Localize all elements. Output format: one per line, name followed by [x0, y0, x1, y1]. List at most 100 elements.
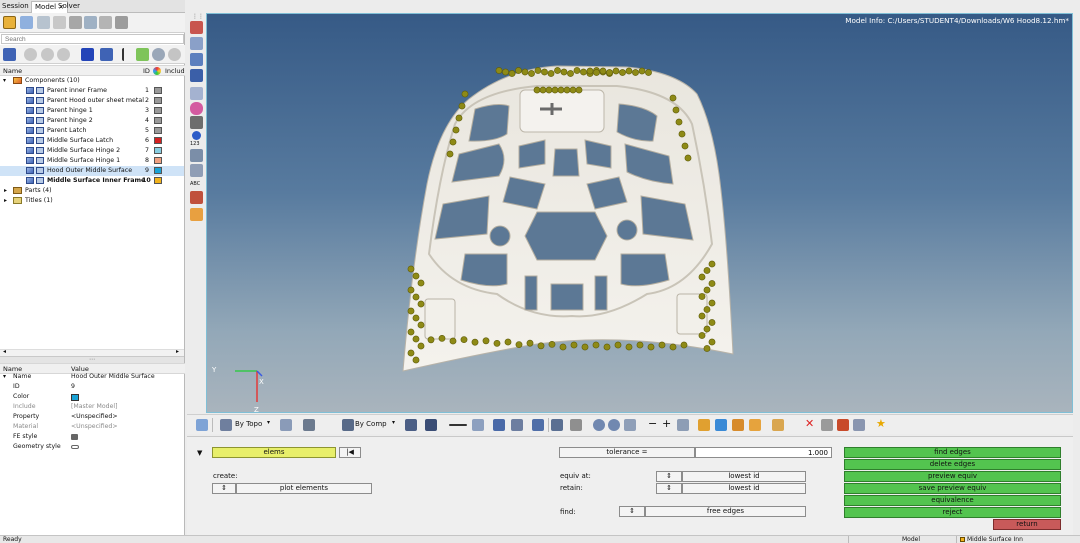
info-icon[interactable] [192, 131, 201, 140]
include-view-icon[interactable] [99, 16, 112, 29]
edit-comp-icon[interactable] [190, 21, 203, 34]
reverse-icon[interactable] [677, 419, 689, 431]
plus-icon[interactable]: + [662, 417, 671, 430]
tolerance-label-button[interactable]: tolerance = [559, 447, 695, 458]
element-color-icon[interactable] [405, 419, 417, 431]
dropdown-arrow-icon[interactable]: ▾ [267, 419, 270, 426]
prop-value[interactable]: <Unspecified> [71, 422, 118, 432]
tree-row-component[interactable]: Parent Hood outer sheet metal 2 [0, 96, 184, 106]
by-comp-label[interactable]: By Comp [355, 420, 387, 428]
graphics-icon[interactable] [190, 208, 203, 221]
annotation-icon[interactable] [190, 191, 203, 204]
view-options-icon[interactable] [624, 419, 636, 431]
equiv-at-value-button[interactable]: lowest id [682, 471, 806, 482]
delete-edges-button[interactable]: delete edges [844, 459, 1061, 470]
prop-value[interactable]: <Unspecified> [71, 412, 118, 422]
assembly-view-icon[interactable] [20, 16, 33, 29]
by-comp-icon[interactable] [342, 419, 354, 431]
mask-icon[interactable] [698, 419, 710, 431]
retain-toggle-icon[interactable]: ⇕ [656, 483, 682, 494]
component-color-swatch[interactable] [154, 87, 162, 94]
tree-row-component[interactable]: Middle Surface Hinge 1 8 [0, 156, 184, 166]
isolate-icon[interactable] [100, 48, 113, 61]
prop-row[interactable]: ▾ Name Hood Outer Middle Surface [0, 372, 184, 382]
column-id[interactable]: ID [143, 67, 150, 75]
minus-icon[interactable]: − [648, 417, 657, 430]
tab-solver[interactable]: Solver [58, 2, 80, 10]
scroll-right-icon[interactable]: ▸ [176, 348, 179, 355]
color-icon[interactable] [190, 102, 203, 115]
preview-equiv-button[interactable]: preview equiv [844, 471, 1061, 482]
solver-view-icon[interactable] [115, 16, 128, 29]
tree-row-component-selected[interactable]: Hood Outer Middle Surface 9 [0, 166, 184, 176]
graphics-viewport[interactable]: Model Info: C:/Users/STUDENT4/Downloads/… [206, 13, 1073, 413]
surface-icon[interactable] [190, 69, 203, 82]
tree-row-component[interactable]: Middle Surface Latch 6 [0, 136, 184, 146]
create-toggle-icon[interactable]: ⇕ [212, 483, 236, 494]
panel-splitter[interactable]: ⋯ [0, 356, 184, 363]
prop-value[interactable]: [Master Model] [71, 402, 118, 412]
equiv-at-toggle-icon[interactable]: ⇕ [656, 471, 682, 482]
redo-view-icon[interactable] [608, 419, 620, 431]
tree-row-component[interactable]: Middle Surface Hinge 2 7 [0, 146, 184, 156]
expand-arrow-icon[interactable]: ▾ [3, 76, 6, 86]
find-icon[interactable] [732, 419, 744, 431]
hide-entity-icon[interactable] [821, 419, 833, 431]
tree-scrollbar[interactable]: ◂ ▸ [0, 348, 184, 356]
display-all-icon[interactable] [81, 48, 94, 61]
dropdown-arrow-icon[interactable]: ▾ [392, 419, 395, 426]
numbering-icon[interactable]: 123 [190, 141, 200, 147]
tag-icon[interactable] [853, 419, 865, 431]
prop-row[interactable]: FE style [0, 432, 184, 442]
tab-session[interactable]: Session [2, 2, 29, 10]
find-edges-button[interactable]: find edges [844, 447, 1061, 458]
panel-collapse-icon[interactable]: ▼ [197, 449, 202, 457]
prop-row[interactable]: Property <Unspecified> [0, 412, 184, 422]
tree-group-components[interactable]: ▾ Components (10) [0, 76, 184, 86]
line-style-icon[interactable] [449, 424, 467, 426]
return-button[interactable]: return [993, 519, 1061, 530]
rotate-icon[interactable] [196, 419, 208, 431]
shaded-icon[interactable] [280, 419, 292, 431]
component-color-swatch[interactable] [154, 177, 162, 184]
clip-icon[interactable] [493, 419, 505, 431]
grid-icon[interactable] [551, 419, 563, 431]
undo-view-icon[interactable] [593, 419, 605, 431]
tree-row-component[interactable]: Parent inner Frame 1 [0, 86, 184, 96]
prop-row[interactable]: Color [0, 392, 184, 402]
prop-row[interactable]: ID 9 [0, 382, 184, 392]
elems-selector-button[interactable]: elems [212, 447, 336, 458]
reset-selection-button[interactable]: |◀ [339, 447, 361, 458]
element-shrink-icon[interactable] [425, 419, 437, 431]
tree-row-component[interactable]: Parent Latch 5 [0, 126, 184, 136]
prop-value[interactable]: 9 [71, 382, 75, 392]
geometry-style-icon[interactable] [71, 445, 79, 449]
unmask-icon[interactable] [715, 419, 727, 431]
save-preview-equiv-button[interactable]: save preview equiv [844, 483, 1061, 494]
component-color-swatch[interactable] [154, 97, 162, 104]
component-color-swatch[interactable] [154, 107, 162, 114]
scroll-left-icon[interactable]: ◂ [3, 348, 6, 355]
edge-icon[interactable] [190, 87, 203, 100]
transparency-icon[interactable] [511, 419, 523, 431]
show-icon[interactable] [136, 48, 149, 61]
tree-group-titles[interactable]: ▸ Titles (1) [0, 196, 184, 206]
mask-view-icon[interactable] [69, 16, 82, 29]
display-icon[interactable] [190, 37, 203, 50]
wrench-icon[interactable] [570, 419, 582, 431]
status-component-cell[interactable]: Middle Surface Inn [956, 536, 1080, 543]
flat-view-icon[interactable] [57, 48, 70, 61]
tree-row-component[interactable]: Middle Surface Inner Frame 10 [0, 176, 184, 186]
tree-row-component[interactable]: Parent hinge 2 4 [0, 116, 184, 126]
entity-state-icon[interactable] [84, 16, 97, 29]
column-name[interactable]: Name [3, 67, 22, 75]
search-input[interactable] [1, 34, 184, 44]
material-view-icon[interactable] [37, 16, 50, 29]
cursor-icon[interactable] [122, 48, 131, 61]
property-view-icon[interactable] [53, 16, 66, 29]
screen-icon[interactable] [532, 419, 544, 431]
prop-value[interactable]: Hood Outer Middle Surface [71, 372, 155, 382]
prop-row[interactable]: Geometry style [0, 442, 184, 452]
column-include[interactable]: Includ [165, 67, 185, 75]
expand-arrow-icon[interactable]: ▸ [4, 186, 7, 196]
